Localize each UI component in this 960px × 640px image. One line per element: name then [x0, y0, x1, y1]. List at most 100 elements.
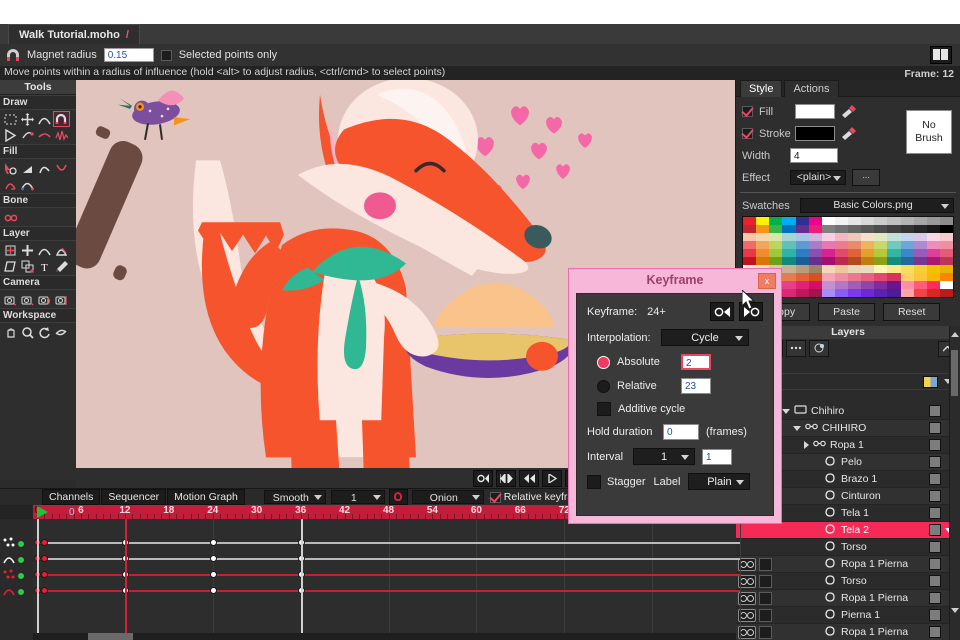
layer-visibility-toggle[interactable] — [929, 575, 941, 587]
color-swatch[interactable] — [848, 217, 862, 225]
selected-frame-marker[interactable] — [300, 519, 303, 640]
layer-select-checkbox[interactable] — [759, 625, 772, 639]
close-icon[interactable]: x — [758, 273, 776, 289]
chevron-right-icon[interactable] — [804, 441, 809, 449]
color-swatch[interactable] — [913, 241, 927, 249]
channel-enabled-dot[interactable] — [18, 541, 24, 547]
layer-options-icon[interactable] — [786, 339, 806, 357]
absolute-radio[interactable] — [597, 355, 610, 369]
color-swatch[interactable] — [861, 289, 875, 297]
current-frame-marker[interactable] — [124, 519, 127, 640]
color-swatch[interactable] — [848, 249, 862, 257]
color-swatch[interactable] — [939, 233, 953, 241]
color-swatch[interactable] — [821, 241, 835, 249]
color-swatch[interactable] — [913, 281, 927, 289]
color-swatch[interactable] — [834, 257, 848, 265]
color-swatch[interactable] — [782, 281, 796, 289]
interval-input[interactable]: 1 — [702, 448, 732, 465]
color-swatch[interactable] — [887, 289, 901, 297]
color-swatch[interactable] — [900, 249, 914, 257]
layer-settings-icon[interactable] — [809, 339, 829, 357]
interval-dropdown[interactable]: 1 — [633, 448, 695, 465]
paint-bucket-tool[interactable] — [19, 160, 36, 176]
fill-eyedropper-icon[interactable] — [841, 104, 857, 119]
layer-visibility-toggle[interactable] — [929, 592, 941, 604]
jump-to-start-icon[interactable] — [473, 469, 494, 487]
color-swatch[interactable] — [900, 225, 914, 233]
zoom-workspace-tool[interactable] — [19, 324, 36, 340]
stagger-checkbox[interactable] — [587, 474, 601, 489]
layer-copy-tool[interactable] — [19, 258, 36, 274]
color-swatch[interactable] — [808, 257, 822, 265]
effect-dropdown[interactable]: <plain> — [790, 170, 846, 185]
fill-checkbox[interactable] — [742, 106, 753, 117]
layer-visibility-toggle[interactable] — [929, 507, 941, 519]
color-swatch[interactable] — [874, 233, 888, 241]
color-swatch[interactable] — [821, 225, 835, 233]
color-swatch[interactable] — [874, 249, 888, 257]
interval-dropdown[interactable]: 1 — [330, 490, 385, 504]
color-swatch[interactable] — [848, 281, 862, 289]
color-swatch[interactable] — [795, 233, 809, 241]
magnet-radius-input[interactable]: 0.15 — [103, 48, 154, 62]
color-swatch[interactable] — [795, 217, 809, 225]
previous-keyframe-icon[interactable] — [710, 302, 734, 321]
chevron-down-icon[interactable] — [793, 425, 801, 431]
color-swatch[interactable] — [769, 257, 783, 265]
absolute-input[interactable]: 2 — [681, 354, 711, 370]
color-swatch[interactable] — [848, 225, 862, 233]
rotate-workspace-tool[interactable] — [36, 324, 53, 340]
color-swatch[interactable] — [795, 273, 809, 281]
color-swatch[interactable] — [756, 249, 770, 257]
color-swatch[interactable] — [834, 281, 848, 289]
color-swatch[interactable] — [861, 257, 875, 265]
color-swatch[interactable] — [782, 265, 796, 273]
color-swatch[interactable] — [808, 273, 822, 281]
paste-style-button[interactable]: Paste — [818, 303, 875, 321]
color-swatch[interactable] — [887, 281, 901, 289]
color-swatch[interactable] — [834, 265, 848, 273]
color-swatch[interactable] — [926, 249, 940, 257]
color-swatch[interactable] — [821, 233, 835, 241]
layer-select-checkbox[interactable] — [759, 608, 772, 622]
color-swatch[interactable] — [848, 233, 862, 241]
color-swatch[interactable] — [874, 217, 888, 225]
color-swatch[interactable] — [913, 265, 927, 273]
color-swatch[interactable] — [913, 249, 927, 257]
color-swatch[interactable] — [808, 289, 822, 297]
color-swatch[interactable] — [743, 241, 757, 249]
layer-row[interactable]: Torso — [736, 539, 960, 556]
color-swatch[interactable] — [782, 225, 796, 233]
transform-layer-tool[interactable] — [19, 242, 36, 258]
timeline-grid[interactable]: 0 — [33, 507, 741, 640]
color-swatch[interactable] — [821, 249, 835, 257]
color-swatch[interactable] — [743, 225, 757, 233]
line-width-tool[interactable] — [36, 160, 53, 176]
color-swatch[interactable] — [900, 265, 914, 273]
color-swatch[interactable] — [861, 225, 875, 233]
color-swatch[interactable] — [939, 265, 953, 273]
freehand-tool[interactable] — [53, 258, 70, 274]
create-shape-tool[interactable] — [2, 160, 19, 176]
color-swatch[interactable] — [834, 225, 848, 233]
color-swatch[interactable] — [769, 225, 783, 233]
layer-visibility-toggle[interactable] — [929, 456, 941, 468]
hold-duration-input[interactable]: 0 — [663, 424, 699, 440]
color-swatch[interactable] — [821, 217, 835, 225]
orbit-workspace-tool[interactable] — [53, 324, 70, 340]
color-swatch[interactable] — [913, 225, 927, 233]
color-swatch[interactable] — [848, 265, 862, 273]
stroke-exposure-tool[interactable] — [2, 176, 19, 192]
color-swatch[interactable] — [782, 273, 796, 281]
layer-select-checkbox[interactable] — [759, 557, 772, 571]
color-swatch[interactable] — [808, 225, 822, 233]
stroke-checkbox[interactable] — [742, 128, 753, 139]
onion-skins-dropdown[interactable]: Onion Skins — [411, 490, 484, 518]
color-swatch[interactable] — [808, 265, 822, 273]
color-swatch[interactable] — [900, 233, 914, 241]
color-swatch[interactable] — [887, 265, 901, 273]
layer-visibility-toggle[interactable] — [929, 473, 941, 485]
shear-points-tool[interactable] — [36, 127, 53, 143]
color-swatch[interactable] — [782, 217, 796, 225]
layer-visibility-toggle[interactable] — [929, 541, 941, 553]
